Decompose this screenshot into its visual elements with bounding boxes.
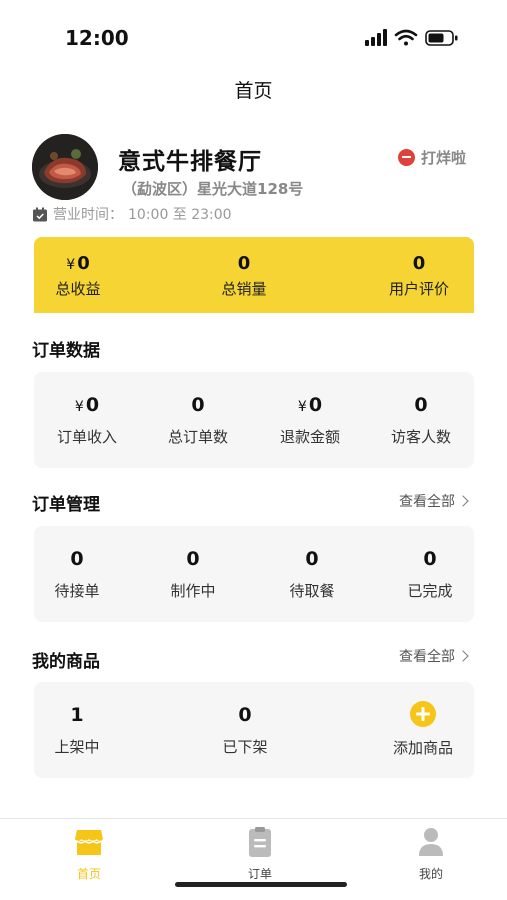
on-shelf-products[interactable]: 1 上架中 [34,704,120,757]
products-card: 1 上架中 0 已下架 添加商品 [34,682,474,778]
user-icon [419,828,443,856]
add-product-button[interactable]: 添加商品 [378,700,468,758]
status-icons [365,29,458,46]
user-reviews[interactable]: 0 用户评价 [374,253,464,299]
off-shelf-products[interactable]: 0 已下架 [200,704,290,757]
total-revenue[interactable]: ¥0 总收益 [34,253,122,299]
calendar-icon [33,207,47,221]
total-orders[interactable]: 0 总订单数 [153,394,243,447]
home-indicator [175,882,347,887]
in-progress-orders[interactable]: 0 制作中 [150,548,236,601]
page-title: 首页 [234,80,273,102]
business-hours: 营业时间： 10:00 至 23:00 [32,204,232,224]
clipboard-icon [249,827,271,857]
status-bar: 12:00 [0,0,507,70]
wifi-icon [394,29,418,46]
total-sales[interactable]: 0 总销量 [200,253,288,299]
store-name: 意式牛排餐厅 [118,149,262,175]
store-avatar[interactable] [32,134,98,200]
order-management-title: 订单管理 [32,495,100,515]
order-data-title: 订单数据 [32,341,100,361]
products-title: 我的商品 [32,652,100,672]
tab-home[interactable]: 首页 [59,826,119,882]
signal-icon [365,29,387,46]
refund-amount[interactable]: ¥0 退款金额 [265,394,355,447]
order-income[interactable]: ¥0 订单收入 [42,394,132,447]
tab-orders[interactable]: 订单 [230,826,290,882]
order-data-card: ¥0 订单收入 0 总订单数 ¥0 退款金额 0 访客人数 [34,372,474,468]
hours-label: 营业时间： [53,207,123,223]
status-time: 12:00 [65,26,129,50]
hours-value: 10:00 至 23:00 [128,207,232,223]
order-management-card: 0 待接单 0 制作中 0 待取餐 0 已完成 [34,526,474,622]
completed-orders[interactable]: 0 已完成 [387,548,473,601]
chevron-right-icon [457,495,469,507]
tab-bar-divider [0,818,507,819]
awaiting-pickup-orders[interactable]: 0 待取餐 [269,548,355,601]
plus-circle-icon [410,701,436,727]
products-view-all-link[interactable]: 查看全部 [399,646,469,666]
battery-icon [425,30,458,46]
minus-circle-icon [398,148,415,166]
store-closed-label: 打烊啦 [421,148,467,167]
order-view-all-link[interactable]: 查看全部 [399,491,469,511]
store-icon [75,830,103,855]
store-closed-button[interactable]: 打烊啦 [398,145,466,169]
chevron-right-icon [457,650,469,662]
visitor-count[interactable]: 0 访客人数 [376,394,466,447]
pending-orders[interactable]: 0 待接单 [34,548,120,601]
tab-profile[interactable]: 我的 [401,826,461,882]
store-address: （勐波区）星光大道128号 [122,180,304,198]
summary-card: ¥0 总收益 0 总销量 0 用户评价 [34,237,474,313]
steak-photo-icon [32,134,98,200]
